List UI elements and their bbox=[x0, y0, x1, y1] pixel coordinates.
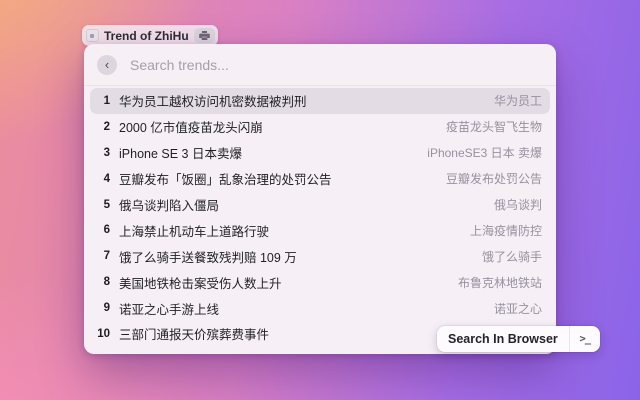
trend-rank: 3 bbox=[94, 147, 110, 159]
trend-rank: 10 bbox=[94, 328, 110, 340]
trend-caption: 豆瓣发布处罚公告 bbox=[446, 170, 542, 187]
trend-row[interactable]: 7 饿了么骑手送餐致残判赔 109 万 饿了么骑手 bbox=[90, 243, 550, 269]
trend-row[interactable]: 8 美国地铁枪击案受伤人数上升 布鲁克林地铁站 bbox=[90, 269, 550, 295]
trend-caption: 疫苗龙头智飞生物 bbox=[446, 118, 542, 135]
action-tooltip: Search In Browser >_ bbox=[437, 326, 600, 352]
trend-caption: 上海疫情防控 bbox=[470, 222, 542, 239]
trend-title: 美国地铁枪击案受伤人数上升 bbox=[119, 273, 449, 292]
trend-caption: 俄乌谈判 bbox=[494, 196, 542, 213]
trend-title: 三部门通报天价殡葬费事件 bbox=[119, 324, 473, 343]
printer-badge bbox=[194, 28, 215, 43]
trend-title: 诺亚之心手游上线 bbox=[119, 299, 485, 318]
trend-caption: 华为员工 bbox=[494, 92, 542, 109]
trend-caption: 布鲁克林地铁站 bbox=[458, 274, 542, 291]
trend-row[interactable]: 5 俄乌谈判陷入僵局 俄乌谈判 bbox=[90, 192, 550, 218]
trend-row[interactable]: 4 豆瓣发布「饭圈」乱象治理的处罚公告 豆瓣发布处罚公告 bbox=[90, 166, 550, 192]
trend-title: 上海禁止机动车上道路行驶 bbox=[119, 221, 461, 240]
trend-row[interactable]: 9 诺亚之心手游上线 诺亚之心 bbox=[90, 295, 550, 321]
trend-caption: iPhoneSE3 日本 卖爆 bbox=[427, 144, 542, 161]
trend-title: 俄乌谈判陷入僵局 bbox=[119, 195, 485, 214]
trend-rank: 8 bbox=[94, 276, 110, 288]
trend-rank: 2 bbox=[94, 121, 110, 133]
trend-row[interactable]: 2 2000 亿市值疫苗龙头闪崩 疫苗龙头智飞生物 bbox=[90, 114, 550, 140]
back-button[interactable]: ‹ bbox=[97, 55, 117, 75]
trend-list: 1 华为员工越权访问机密数据被判刑 华为员工 2 2000 亿市值疫苗龙头闪崩 … bbox=[84, 86, 556, 347]
trend-rank: 9 bbox=[94, 302, 110, 314]
trend-title: 2000 亿市值疫苗龙头闪崩 bbox=[119, 117, 437, 136]
trends-panel: ‹ 1 华为员工越权访问机密数据被判刑 华为员工 2 2000 亿市值疫苗龙头闪… bbox=[84, 44, 556, 354]
printer-icon bbox=[199, 31, 210, 40]
search-bar: ‹ bbox=[84, 44, 556, 86]
trend-row[interactable]: 3 iPhone SE 3 日本卖爆 iPhoneSE3 日本 卖爆 bbox=[90, 140, 550, 166]
search-in-browser-button[interactable]: Search In Browser bbox=[437, 326, 569, 352]
desktop-background: Trend of ZhiHu ‹ 1 华为员工越权访问机密数据被判刑 华为员工 … bbox=[0, 0, 640, 400]
trend-caption: 诺亚之心 bbox=[494, 300, 542, 317]
trend-rank: 4 bbox=[94, 173, 110, 185]
trend-title: 华为员工越权访问机密数据被判刑 bbox=[119, 91, 485, 110]
trend-row[interactable]: 6 上海禁止机动车上道路行驶 上海疫情防控 bbox=[90, 217, 550, 243]
trend-title: 豆瓣发布「饭圈」乱象治理的处罚公告 bbox=[119, 169, 437, 188]
extension-chip[interactable]: Trend of ZhiHu bbox=[82, 25, 218, 46]
trend-caption: 饿了么骑手 bbox=[482, 248, 542, 265]
trend-rank: 1 bbox=[94, 95, 110, 107]
trend-title: 饿了么骑手送餐致残判赔 109 万 bbox=[119, 247, 473, 266]
extension-chip-label: Trend of ZhiHu bbox=[104, 29, 189, 43]
trend-rank: 7 bbox=[94, 250, 110, 262]
trend-rank: 5 bbox=[94, 199, 110, 211]
extension-app-icon bbox=[86, 29, 99, 42]
trend-row[interactable]: 1 华为员工越权访问机密数据被判刑 华为员工 bbox=[90, 88, 550, 114]
terminal-prompt-icon[interactable]: >_ bbox=[569, 326, 600, 352]
trend-rank: 6 bbox=[94, 224, 110, 236]
search-input[interactable] bbox=[128, 56, 543, 74]
trend-title: iPhone SE 3 日本卖爆 bbox=[119, 143, 418, 162]
